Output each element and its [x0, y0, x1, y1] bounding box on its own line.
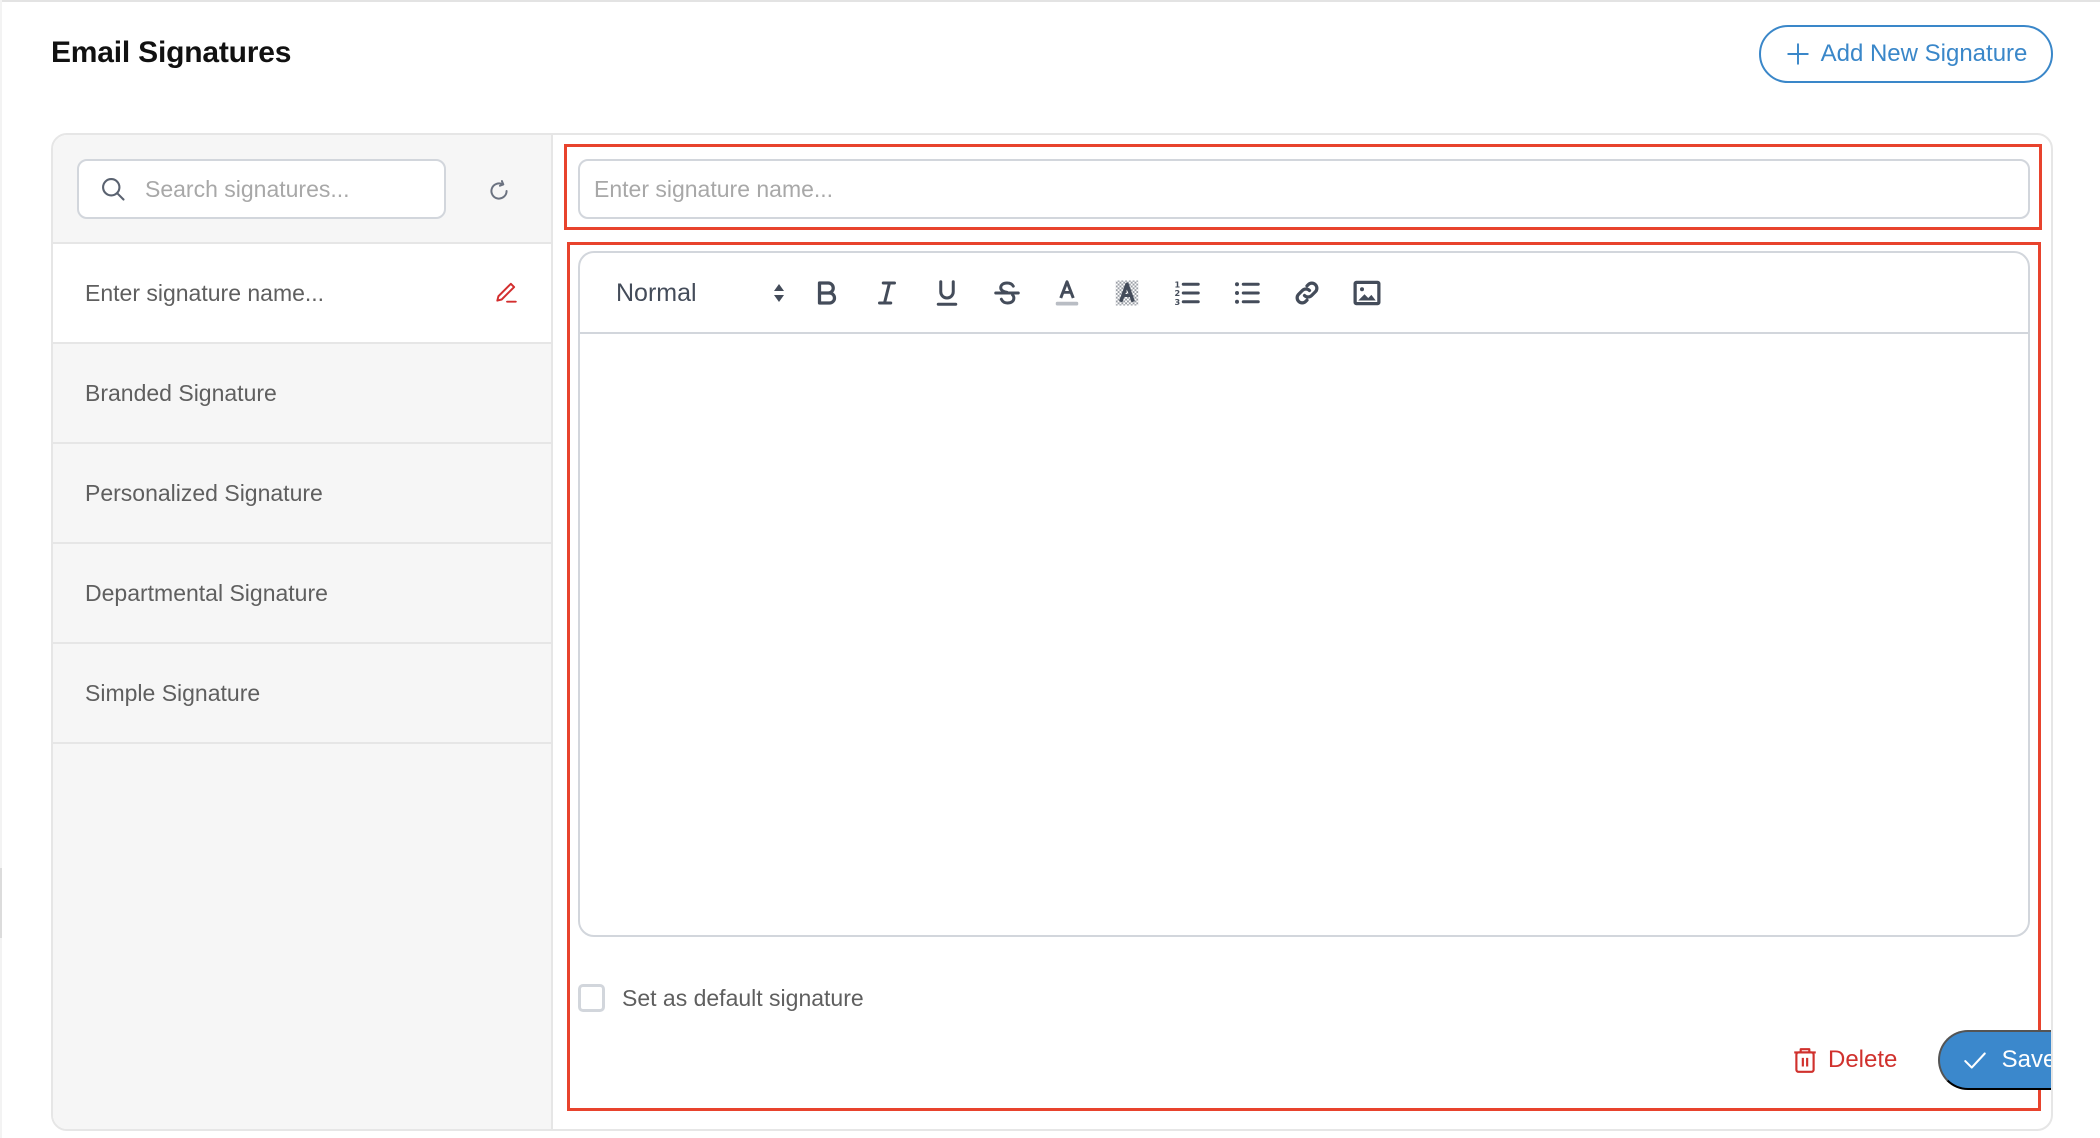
ordered-list-button[interactable]: 123: [1169, 275, 1205, 311]
add-new-signature-label: Add New Signature: [1820, 40, 2028, 67]
underline-button[interactable]: [929, 275, 965, 311]
format-select-value: Normal: [616, 278, 697, 307]
pencil-icon[interactable]: [493, 280, 519, 306]
signature-list-item[interactable]: Personalized Signature: [53, 444, 551, 544]
image-icon: [1353, 280, 1381, 306]
signature-sidebar: Enter signature name... Branded Signatur…: [53, 135, 553, 1129]
italic-icon: [878, 281, 896, 305]
svg-text:3: 3: [1175, 297, 1181, 307]
background-color-button[interactable]: [1109, 275, 1145, 311]
strikethrough-button[interactable]: [989, 275, 1025, 311]
underline-icon: [936, 280, 958, 306]
plus-icon: [1786, 43, 1809, 65]
delete-button[interactable]: Delete: [1792, 1030, 1897, 1090]
trash-icon: [1794, 1048, 1816, 1073]
save-label: Save: [2001, 1046, 2053, 1073]
refresh-button[interactable]: [481, 173, 517, 209]
text-color-button[interactable]: [1049, 275, 1085, 311]
page-left-edge: [0, 0, 2, 1138]
signature-list-item[interactable]: Departmental Signature: [53, 544, 551, 644]
signature-item-label: Simple Signature: [85, 679, 261, 706]
highlight-icon: [1115, 280, 1139, 306]
bold-icon: [817, 281, 837, 305]
search-input[interactable]: [145, 175, 425, 203]
format-select[interactable]: Normal: [616, 273, 786, 313]
delete-label: Delete: [1828, 1046, 1898, 1073]
link-icon: [1295, 281, 1319, 305]
bullet-list-icon: [1235, 282, 1260, 304]
signature-item-label: Personalized Signature: [85, 479, 323, 506]
refresh-icon: [490, 180, 508, 200]
editor-content-area[interactable]: [580, 336, 2028, 935]
sidebar-header: [53, 135, 551, 244]
signature-editor-panel: Normal: [555, 135, 2051, 1129]
ordered-list-icon: 123: [1175, 279, 1200, 307]
signature-list: Enter signature name... Branded Signatur…: [53, 244, 551, 744]
link-button[interactable]: [1289, 275, 1325, 311]
signature-item-label: Branded Signature: [85, 379, 277, 406]
search-icon: [102, 178, 125, 201]
text-color-icon: [1055, 280, 1079, 306]
bullet-list-button[interactable]: [1229, 275, 1265, 311]
select-arrows-icon: [774, 284, 784, 302]
signatures-card: Enter signature name... Branded Signatur…: [51, 133, 2053, 1131]
save-button[interactable]: Save: [1938, 1030, 2053, 1090]
signature-list-item[interactable]: Simple Signature: [53, 644, 551, 744]
page-title: Email Signatures: [51, 36, 292, 69]
editor-toolbar: Normal 1 2 3: [580, 253, 2028, 334]
signature-item-label: Departmental Signature: [85, 579, 328, 606]
italic-button[interactable]: [869, 275, 905, 311]
default-signature-checkbox[interactable]: [578, 984, 605, 1012]
default-signature-toggle[interactable]: Set as default signature: [578, 984, 864, 1012]
bold-button[interactable]: [809, 275, 845, 311]
search-box[interactable]: [77, 159, 446, 219]
signature-item-label: Enter signature name...: [85, 279, 325, 306]
default-signature-label: Set as default signature: [622, 984, 864, 1011]
signature-name-input[interactable]: [578, 159, 2030, 219]
image-button[interactable]: [1349, 275, 1385, 311]
page-top-border: [0, 0, 2100, 2]
add-new-signature-button[interactable]: Add New Signature: [1759, 25, 2053, 83]
check-icon: [1963, 1052, 1986, 1069]
signature-list-item[interactable]: Branded Signature: [53, 344, 551, 444]
strikethrough-icon: [994, 281, 1020, 305]
rich-text-editor: Normal 1 2 3: [578, 251, 2030, 937]
signature-list-item[interactable]: Enter signature name...: [53, 244, 551, 344]
page-scrollbar[interactable]: [0, 868, 2, 938]
